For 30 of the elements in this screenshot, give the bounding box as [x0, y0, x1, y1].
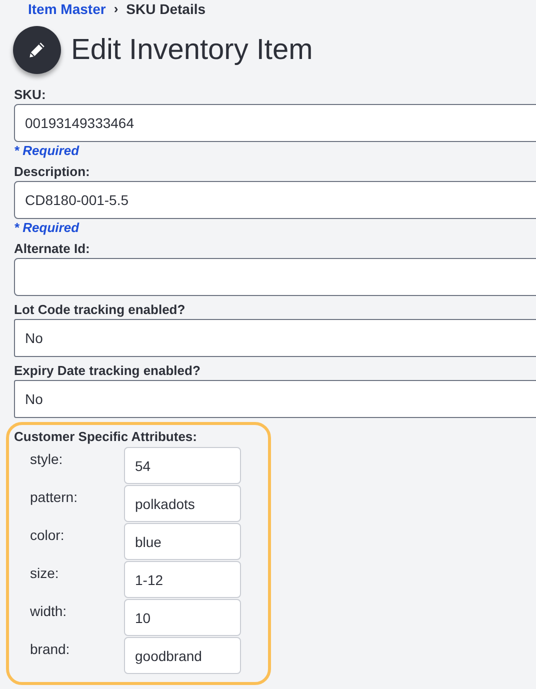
section-heading: Customer Specific Attributes: [14, 429, 198, 446]
attribute-label: width: [29, 602, 68, 621]
text-field[interactable]: CD8180-001-5.5 [14, 181, 536, 219]
attribute-label: brand: [29, 640, 71, 659]
attribute-field[interactable]: 54 [124, 447, 241, 484]
page-title: Edit Inventory Item [71, 36, 313, 64]
attribute-field[interactable]: goodbrand [124, 637, 241, 674]
text-field[interactable] [14, 258, 536, 296]
required-note: * Required [14, 143, 80, 160]
field-label: Description: [14, 163, 91, 180]
field-label: SKU: [14, 86, 47, 103]
attribute-field[interactable]: polkadots [124, 485, 241, 522]
attribute-label: pattern: [29, 488, 78, 507]
field-label: Lot Code tracking enabled? [14, 301, 186, 318]
attribute-field[interactable]: 1-12 [124, 561, 241, 598]
field-label: Expiry Date tracking enabled? [14, 362, 202, 379]
breadcrumb-current: SKU Details [126, 0, 206, 18]
breadcrumb-separator: › [114, 0, 118, 18]
text-field[interactable]: 00193149333464 [14, 104, 536, 142]
edit-icon [13, 26, 61, 74]
select-field[interactable]: No [14, 319, 536, 357]
attribute-field[interactable]: blue [124, 523, 241, 560]
required-note: * Required [14, 220, 80, 237]
field-label: Alternate Id: [14, 240, 91, 257]
attribute-label: size: [29, 564, 60, 583]
select-field[interactable]: No [14, 380, 536, 418]
attribute-label: style: [29, 450, 64, 469]
breadcrumb-link[interactable]: Item Master [28, 0, 106, 20]
attribute-label: color: [29, 526, 66, 545]
attribute-field[interactable]: 10 [124, 599, 241, 636]
